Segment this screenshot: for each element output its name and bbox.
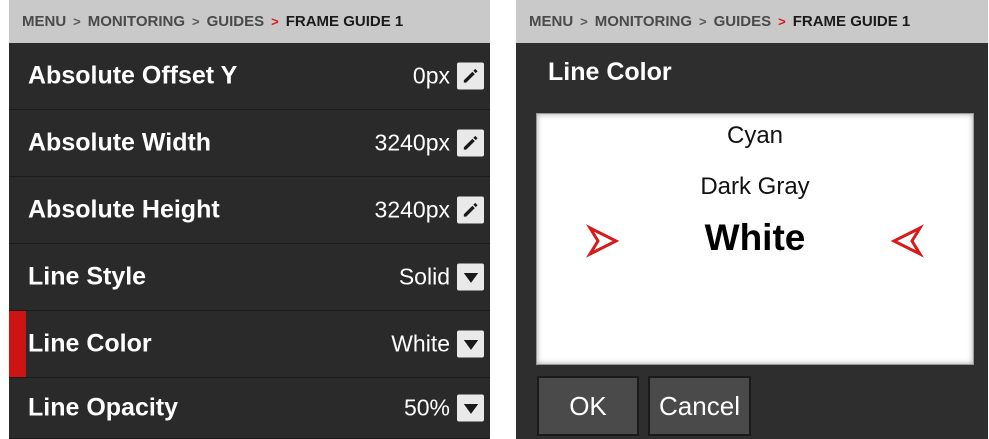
edit-icon[interactable]: [457, 62, 484, 90]
ok-button[interactable]: OK: [537, 376, 639, 436]
setting-label: Line Opacity: [28, 393, 179, 422]
breadcrumb-separator: >: [699, 14, 707, 29]
setting-label: Line Color: [28, 329, 152, 358]
setting-row-absolute-height[interactable]: Absolute Height 3240px: [9, 177, 490, 244]
breadcrumb-separator: >: [192, 14, 200, 29]
setting-value: 50%: [403, 394, 450, 421]
color-picker-list[interactable]: Cyan Dark Gray White: [536, 113, 974, 365]
setting-label: Absolute Height: [28, 195, 220, 224]
breadcrumb: MENU > MONITORING > GUIDES > FRAME GUIDE…: [516, 0, 988, 43]
breadcrumb-item-menu[interactable]: MENU: [22, 13, 66, 30]
setting-value: White: [391, 330, 450, 357]
setting-label: Line Style: [28, 262, 147, 291]
edit-icon[interactable]: [457, 129, 484, 157]
breadcrumb-item-guides[interactable]: GUIDES: [207, 13, 265, 30]
settings-panel: MENU > MONITORING > GUIDES > FRAME GUIDE…: [9, 0, 490, 439]
setting-row-line-style[interactable]: Line Style Solid: [9, 244, 490, 311]
breadcrumb-current: FRAME GUIDE 1: [285, 13, 404, 30]
setting-label: Absolute Width: [28, 128, 212, 157]
dropdown-icon[interactable]: [457, 330, 484, 358]
breadcrumb-item-monitoring[interactable]: MONITORING: [88, 13, 185, 30]
setting-value: 3240px: [374, 196, 450, 223]
selection-indicator: [9, 311, 26, 377]
edit-icon[interactable]: [457, 196, 484, 224]
dropdown-icon[interactable]: [457, 263, 484, 291]
setting-row-line-color[interactable]: Line Color White: [9, 311, 490, 378]
picker-option-cyan[interactable]: Cyan: [537, 122, 973, 150]
breadcrumb-separator: >: [73, 14, 81, 29]
breadcrumb-separator: >: [271, 14, 279, 29]
breadcrumb-item-monitoring[interactable]: MONITORING: [595, 13, 692, 30]
picker-option-dark-gray[interactable]: Dark Gray: [537, 173, 973, 201]
setting-value: Solid: [398, 263, 450, 290]
setting-value: 0px: [412, 62, 450, 89]
arrow-left-icon: [890, 224, 925, 258]
breadcrumb-item-menu[interactable]: MENU: [529, 13, 573, 30]
setting-row-line-opacity[interactable]: Line Opacity 50%: [9, 378, 490, 439]
breadcrumb-separator: >: [580, 14, 588, 29]
breadcrumb: MENU > MONITORING > GUIDES > FRAME GUIDE…: [9, 0, 490, 43]
dropdown-icon[interactable]: [457, 394, 484, 422]
setting-row-absolute-width[interactable]: Absolute Width 3240px: [9, 110, 490, 177]
breadcrumb-item-guides[interactable]: GUIDES: [714, 13, 772, 30]
breadcrumb-current: FRAME GUIDE 1: [792, 13, 911, 30]
breadcrumb-separator: >: [778, 14, 786, 29]
dialog-title: Line Color: [548, 58, 672, 86]
line-color-dialog: MENU > MONITORING > GUIDES > FRAME GUIDE…: [516, 0, 988, 439]
cancel-button[interactable]: Cancel: [648, 376, 751, 436]
setting-row-absolute-offset-y[interactable]: Absolute Offset Y 0px: [9, 43, 490, 110]
arrow-right-icon: [585, 224, 620, 258]
setting-label: Absolute Offset Y: [28, 61, 238, 90]
setting-value: 3240px: [374, 129, 450, 156]
